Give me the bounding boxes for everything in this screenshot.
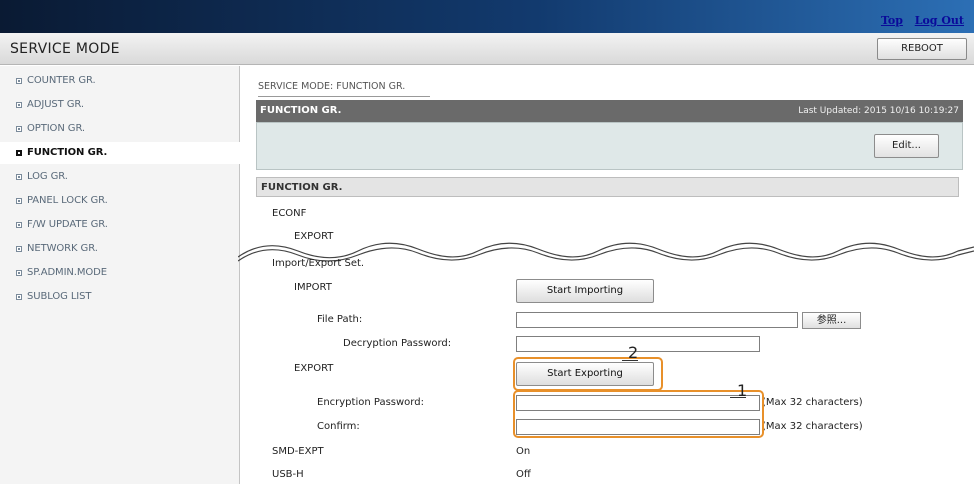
title-bar: SERVICE MODE REBOOT (0, 33, 974, 65)
sidebar-item-adjust[interactable]: ADJUST GR. (0, 94, 240, 116)
sidebar-item-function[interactable]: FUNCTION GR. (0, 142, 240, 164)
bullet-icon (16, 126, 22, 132)
bullet-icon (16, 150, 22, 156)
sidebar-item-label: SP.ADMIN.MODE (27, 267, 107, 278)
encryption-password-label: Encryption Password: (317, 397, 424, 408)
sidebar-item-sp-admin[interactable]: SP.ADMIN.MODE (0, 262, 240, 284)
browse-button[interactable]: 参照... (802, 312, 861, 329)
smd-expt-label: SMD-EXPT (272, 446, 324, 457)
top-links: Top Log Out (873, 14, 964, 27)
bullet-icon (16, 102, 22, 108)
import-export-set-label: Import/Export Set. (272, 258, 365, 269)
sidebar-item-label: COUNTER GR. (27, 75, 96, 86)
sidebar-item-option[interactable]: OPTION GR. (0, 118, 240, 140)
usb-h-label: USB-H (272, 469, 304, 480)
bullet-icon (16, 198, 22, 204)
bullet-icon (16, 174, 22, 180)
bullet-icon (16, 270, 22, 276)
top-link[interactable]: Top (881, 14, 903, 27)
breadcrumb-divider (258, 96, 430, 97)
sidebar-item-label: ADJUST GR. (27, 99, 84, 110)
sidebar-item-panel-lock[interactable]: PANEL LOCK GR. (0, 190, 240, 212)
section-title: FUNCTION GR. (261, 182, 343, 193)
panel-body (256, 122, 963, 170)
sidebar-item-label: PANEL LOCK GR. (27, 195, 108, 206)
sidebar-item-log[interactable]: LOG GR. (0, 166, 240, 188)
confirm-label: Confirm: (317, 421, 360, 432)
sidebar: COUNTER GR. ADJUST GR. OPTION GR. FUNCTI… (0, 66, 240, 484)
callout-leader-line (730, 397, 746, 398)
sidebar-item-counter[interactable]: COUNTER GR. (0, 70, 240, 92)
sidebar-item-label: LOG GR. (27, 171, 68, 182)
sidebar-item-sublog[interactable]: SUBLOG LIST (0, 286, 240, 308)
panel-header: FUNCTION GR. Last Updated: 2015 10/16 10… (256, 100, 963, 122)
edit-button[interactable]: Edit... (874, 134, 939, 158)
smd-expt-value: On (516, 446, 531, 457)
sidebar-item-label: OPTION GR. (27, 123, 86, 134)
page-title: SERVICE MODE (10, 41, 120, 57)
sidebar-item-label: SUBLOG LIST (27, 291, 92, 302)
reboot-button[interactable]: REBOOT (877, 38, 967, 60)
sidebar-item-label: F/W UPDATE GR. (27, 219, 108, 230)
top-banner: Top Log Out (0, 0, 974, 33)
bullet-icon (16, 222, 22, 228)
highlight-box-encryption-fields (513, 390, 764, 438)
sidebar-item-network[interactable]: NETWORK GR. (0, 238, 240, 260)
import-label: IMPORT (294, 282, 332, 293)
sidebar-item-fw-update[interactable]: F/W UPDATE GR. (0, 214, 240, 236)
sidebar-item-label: FUNCTION GR. (27, 147, 108, 158)
bullet-icon (16, 294, 22, 300)
callout-leader-line (622, 360, 638, 361)
start-importing-button[interactable]: Start Importing (516, 279, 654, 303)
logout-link[interactable]: Log Out (915, 14, 964, 27)
file-path-input[interactable] (516, 312, 798, 328)
panel-title: FUNCTION GR. (260, 105, 342, 116)
bullet-icon (16, 246, 22, 252)
highlight-box-start-exporting (513, 357, 663, 391)
section-header: FUNCTION GR. (256, 177, 959, 197)
breadcrumb: SERVICE MODE: FUNCTION GR. (258, 81, 406, 92)
file-path-label: File Path: (317, 314, 363, 325)
bullet-icon (16, 78, 22, 84)
confirm-hint: (Max 32 characters) (762, 421, 863, 432)
usb-h-value: Off (516, 469, 531, 480)
sidebar-item-label: NETWORK GR. (27, 243, 98, 254)
decryption-password-label: Decryption Password: (343, 338, 452, 349)
last-updated: Last Updated: 2015 10/16 10:19:27 (798, 106, 959, 116)
encryption-hint: (Max 32 characters) (762, 397, 863, 408)
export-label: EXPORT (294, 363, 334, 374)
econf-label: ECONF (272, 208, 307, 219)
